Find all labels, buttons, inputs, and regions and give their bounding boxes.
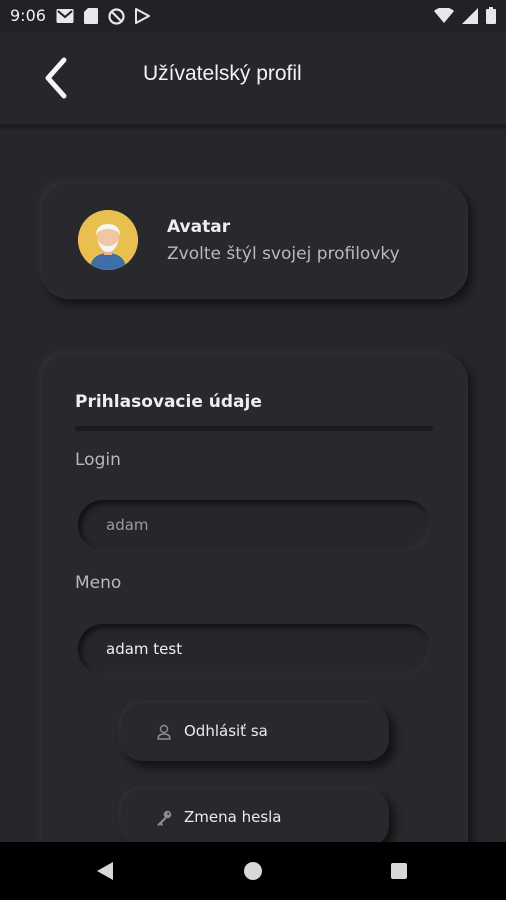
status-bar: 9:06	[0, 0, 506, 32]
key-icon	[157, 810, 172, 826]
avatar-illustration-icon	[78, 210, 138, 270]
name-field-value: adam test	[106, 640, 183, 658]
logout-button[interactable]: Odhlásiť sa	[121, 703, 389, 761]
nav-back-icon[interactable]	[96, 861, 114, 881]
name-field[interactable]: adam test	[78, 624, 431, 674]
login-label: Login	[75, 450, 121, 470]
avatar-title: Avatar	[167, 217, 231, 237]
page-title: Užívatelský profil	[143, 62, 302, 85]
section-divider	[75, 426, 433, 431]
signal-icon	[462, 7, 478, 24]
status-icons-right	[434, 7, 496, 24]
change-password-label: Zmena hesla	[184, 808, 282, 826]
login-field[interactable]: adam	[78, 500, 431, 550]
login-details-card: Prihlasovacie údaje Login adam Meno adam…	[40, 353, 468, 875]
status-icons-left	[56, 8, 150, 25]
wifi-icon	[434, 7, 454, 23]
gmail-icon	[56, 9, 74, 23]
avatar	[78, 210, 138, 270]
status-time: 9:06	[10, 6, 46, 25]
play-store-icon	[135, 8, 150, 24]
name-label: Meno	[75, 573, 122, 593]
change-password-button[interactable]: Zmena hesla	[121, 789, 389, 847]
login-field-value: adam	[106, 516, 149, 534]
user-icon	[157, 724, 171, 740]
battery-icon	[486, 7, 496, 24]
logout-label: Odhlásiť sa	[184, 722, 268, 740]
nav-home-icon[interactable]	[244, 862, 262, 880]
avatar-card[interactable]: Avatar Zvolte štýl svojej profilovky	[40, 182, 468, 299]
section-title: Prihlasovacie údaje	[75, 392, 262, 412]
chevron-left-icon	[45, 57, 67, 99]
app-bar: Užívatelský profil	[0, 32, 506, 126]
sd-card-icon	[84, 8, 98, 24]
do-not-disturb-icon	[108, 8, 125, 25]
nav-recents-icon[interactable]	[391, 863, 407, 879]
back-button[interactable]	[36, 54, 80, 102]
avatar-subtitle: Zvolte štýl svojej profilovky	[167, 244, 400, 264]
system-navigation-bar	[0, 842, 506, 900]
